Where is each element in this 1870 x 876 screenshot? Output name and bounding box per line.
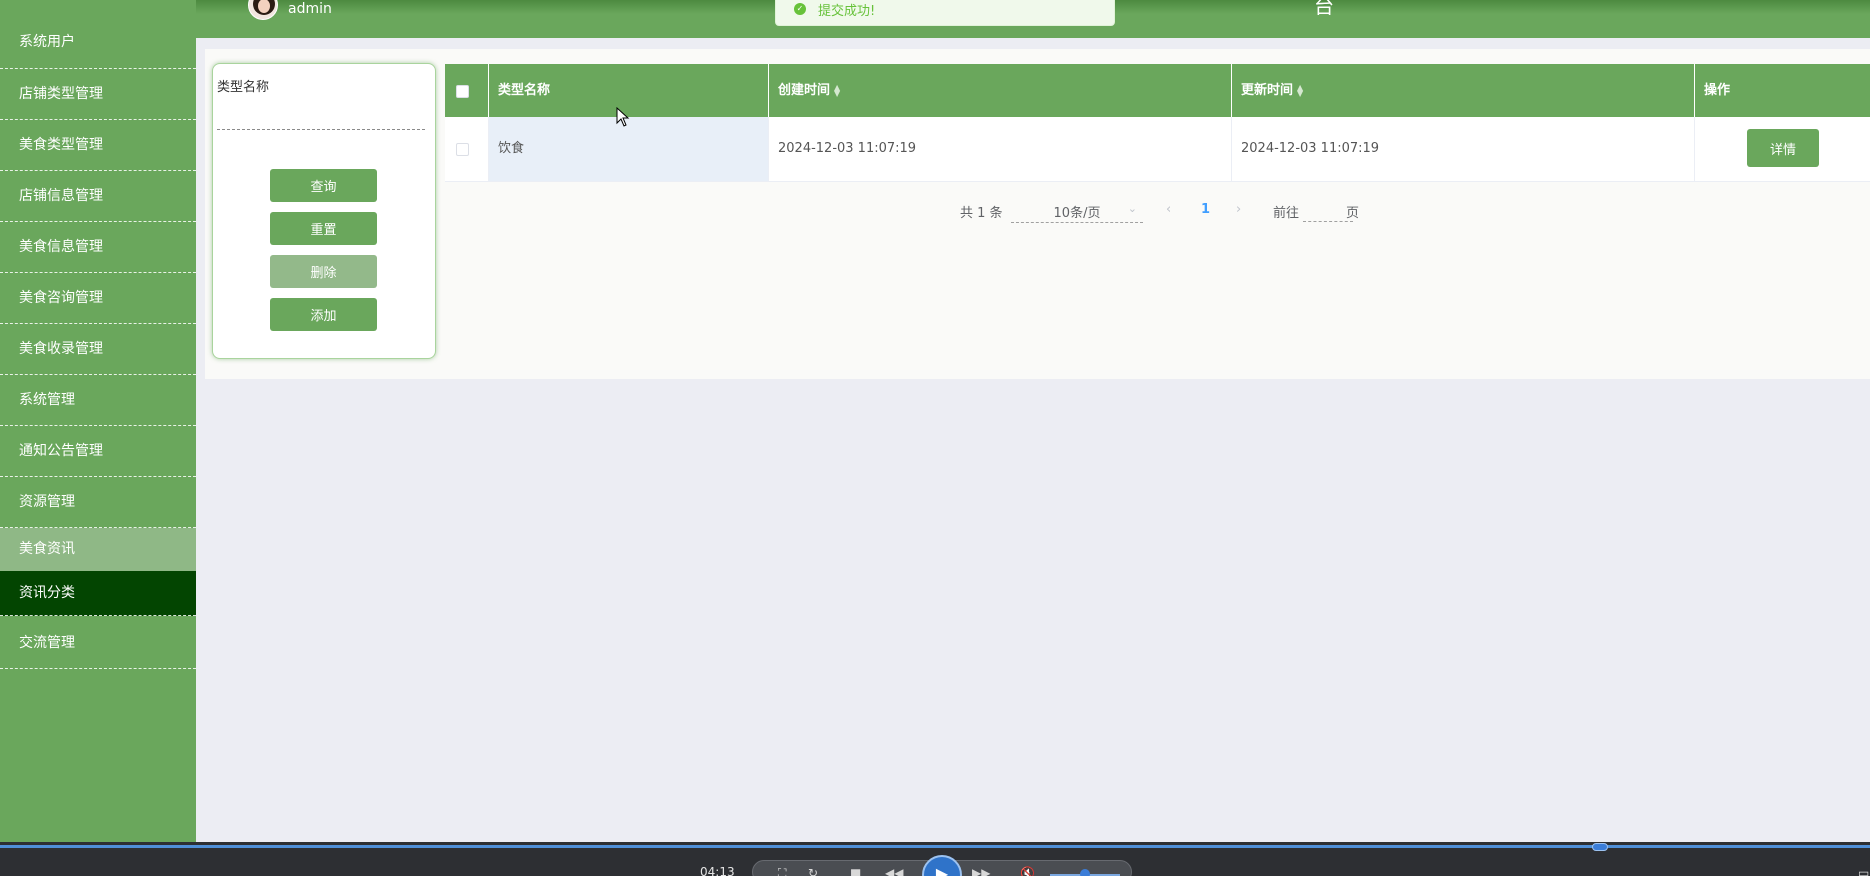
sidebar-item-food-info-management[interactable]: 美食信息管理 xyxy=(0,222,196,273)
check-circle-icon: ✓ xyxy=(794,3,806,15)
data-table: 类型名称 创建时间 ▲ ▼ 更新时间 ▲ ▼ 操作 饮食 2024-12-03 11:0… xyxy=(445,64,1870,182)
sidebar-item-food-type-management[interactable]: 美食类型管理 xyxy=(0,120,196,171)
row-select-cell xyxy=(445,117,489,181)
repeat-icon[interactable]: ↻ xyxy=(808,866,818,876)
sidebar-item-notice-management[interactable]: 通知公告管理 xyxy=(0,426,196,477)
next-page-button[interactable]: › xyxy=(1236,202,1241,220)
column-header-actions: 操作 xyxy=(1695,64,1870,117)
header-title: 台 xyxy=(1314,0,1334,18)
seek-handle[interactable] xyxy=(1592,843,1608,851)
sidebar-item-food-consult-management[interactable]: 美食咨询管理 xyxy=(0,273,196,324)
column-header-created-time-label: 创建时间 xyxy=(778,83,831,98)
type-name-input[interactable] xyxy=(217,104,425,130)
chevron-down-icon: ⌄ xyxy=(1127,202,1137,215)
sort-icon[interactable]: ▲ ▼ xyxy=(1297,83,1303,97)
stop-icon[interactable]: ■ xyxy=(850,866,861,876)
player-time: 04:13 xyxy=(700,865,735,876)
page-suffix-label: 页 xyxy=(1346,206,1360,221)
column-header-updated-time-label: 更新时间 xyxy=(1241,83,1294,98)
cell-updated-time: 2024-12-03 11:07:19 xyxy=(1232,117,1695,181)
username[interactable]: admin xyxy=(288,0,332,18)
page-size-value: 10条/页 xyxy=(1053,206,1101,221)
sidebar-item-system-management[interactable]: 系统管理 xyxy=(0,375,196,426)
table-row[interactable]: 饮食 2024-12-03 11:07:19 2024-12-03 11:07:… xyxy=(445,117,1870,182)
reset-button[interactable]: 重置 xyxy=(270,212,377,245)
goto-label: 前往 xyxy=(1273,206,1300,221)
fast-forward-icon[interactable]: ▶▶ xyxy=(972,866,990,876)
toast-message: 提交成功! xyxy=(818,4,876,19)
volume-handle[interactable] xyxy=(1080,869,1090,876)
window-icon[interactable]: ▭ xyxy=(1858,866,1869,876)
rewind-icon[interactable]: ◀◀ xyxy=(885,866,903,876)
mouse-cursor-icon xyxy=(616,107,630,127)
search-card: 类型名称 查询 重置 删除 添加 xyxy=(212,63,436,359)
row-checkbox[interactable] xyxy=(456,143,469,156)
column-header-type-name-label: 类型名称 xyxy=(498,83,551,98)
sidebar-item-exchange-management[interactable]: 交流管理 xyxy=(0,617,196,669)
search-label: 类型名称 xyxy=(217,80,270,95)
sidebar-item-resource-management[interactable]: 资源管理 xyxy=(0,477,196,528)
header-select-cell xyxy=(445,64,489,117)
sidebar-item-food-collection-management[interactable]: 美食收录管理 xyxy=(0,324,196,375)
pagination-total: 共 1 条 xyxy=(960,206,1003,221)
page-number-current[interactable]: 1 xyxy=(1201,202,1210,220)
sidebar-item-food-news[interactable]: 美食资讯 xyxy=(0,528,196,571)
sidebar-item-shop-info-management[interactable]: 店铺信息管理 xyxy=(0,171,196,222)
table-header: 类型名称 创建时间 ▲ ▼ 更新时间 ▲ ▼ 操作 xyxy=(445,64,1870,117)
prev-page-button[interactable]: ‹ xyxy=(1166,202,1171,220)
cell-created-time: 2024-12-03 11:07:19 xyxy=(769,117,1232,181)
sidebar-item-shop-type-management[interactable]: 店铺类型管理 xyxy=(0,69,196,120)
page-size-select[interactable]: 10条/页 ⌄ xyxy=(1011,202,1143,223)
success-toast: ✓ 提交成功! xyxy=(775,0,1115,26)
select-all-checkbox[interactable] xyxy=(456,85,469,98)
seek-bar[interactable] xyxy=(0,845,1870,848)
column-header-updated-time[interactable]: 更新时间 ▲ ▼ xyxy=(1232,64,1695,117)
avatar[interactable] xyxy=(248,0,278,20)
add-button[interactable]: 添加 xyxy=(270,298,377,331)
query-button[interactable]: 查询 xyxy=(270,169,377,202)
fullscreen-icon[interactable]: ⛶ xyxy=(778,866,786,876)
sidebar: 系统用户 店铺类型管理 美食类型管理 店铺信息管理 美食信息管理 美食咨询管理 … xyxy=(0,0,196,876)
sidebar-item-system-users[interactable]: 系统用户 xyxy=(0,18,196,69)
delete-button[interactable]: 删除 xyxy=(270,255,377,288)
detail-button[interactable]: 详情 xyxy=(1747,129,1819,167)
column-header-actions-label: 操作 xyxy=(1704,83,1731,98)
column-header-created-time[interactable]: 创建时间 ▲ ▼ xyxy=(769,64,1232,117)
mute-icon[interactable]: 🔇 xyxy=(1020,866,1035,876)
sidebar-item-news-category[interactable]: 资讯分类 xyxy=(0,571,196,616)
sort-icon[interactable]: ▲ ▼ xyxy=(834,83,840,97)
